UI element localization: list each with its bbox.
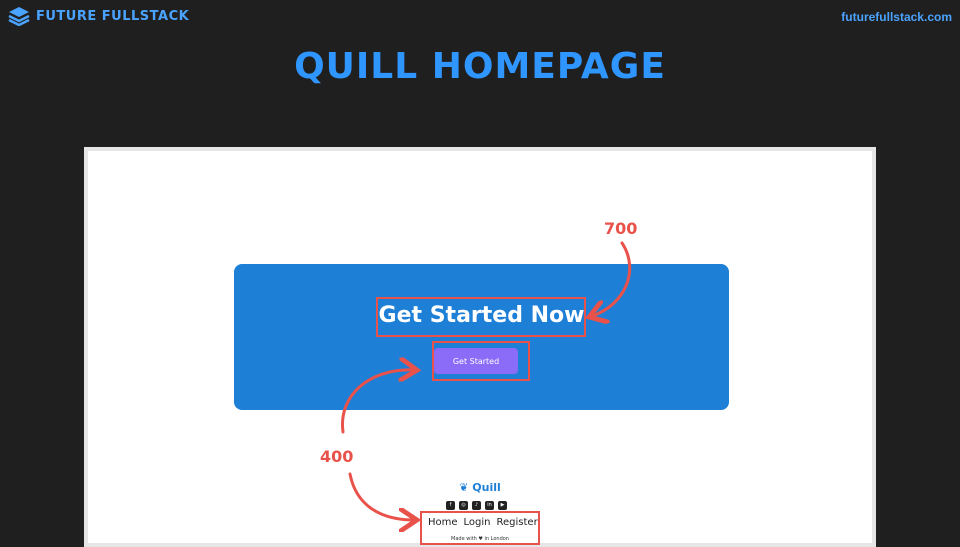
footer-logo[interactable]: ❦ Quill — [88, 481, 872, 494]
linkedin-icon[interactable]: in — [485, 501, 494, 510]
footer-logo-text: Quill — [472, 481, 501, 494]
heading-highlight-box — [376, 297, 586, 337]
weight-400-label: 400 — [320, 447, 354, 466]
page-title: QUILL HOMEPAGE — [294, 46, 666, 87]
instagram-icon[interactable]: ◎ — [459, 501, 468, 510]
facebook-icon[interactable]: f — [446, 501, 455, 510]
footer-nav: Home Login Register — [428, 517, 538, 528]
cta-section: Get Started Now Get Started — [234, 264, 729, 410]
button-highlight-box — [432, 341, 530, 381]
homepage-screenshot: Get Started Now Get Started ❦ Quill f ◎ … — [84, 147, 876, 547]
tiktok-icon[interactable]: ♪ — [472, 501, 481, 510]
social-icons-row: f ◎ ♪ in ▶ — [446, 501, 507, 510]
weight-700-label: 700 — [604, 219, 638, 238]
footer-link-register[interactable]: Register — [497, 517, 538, 528]
brand: FUTURE FULLSTACK — [8, 6, 189, 26]
layers-logo-icon — [8, 7, 30, 26]
leaf-icon: ❦ — [459, 481, 469, 494]
footer-link-home[interactable]: Home — [428, 517, 458, 528]
footer-link-login[interactable]: Login — [464, 517, 491, 528]
site-url[interactable]: futurefullstack.com — [841, 10, 952, 24]
made-with-text: Made with ♥ in London — [451, 536, 509, 542]
youtube-icon[interactable]: ▶ — [498, 501, 507, 510]
brand-name: FUTURE FULLSTACK — [36, 8, 190, 24]
